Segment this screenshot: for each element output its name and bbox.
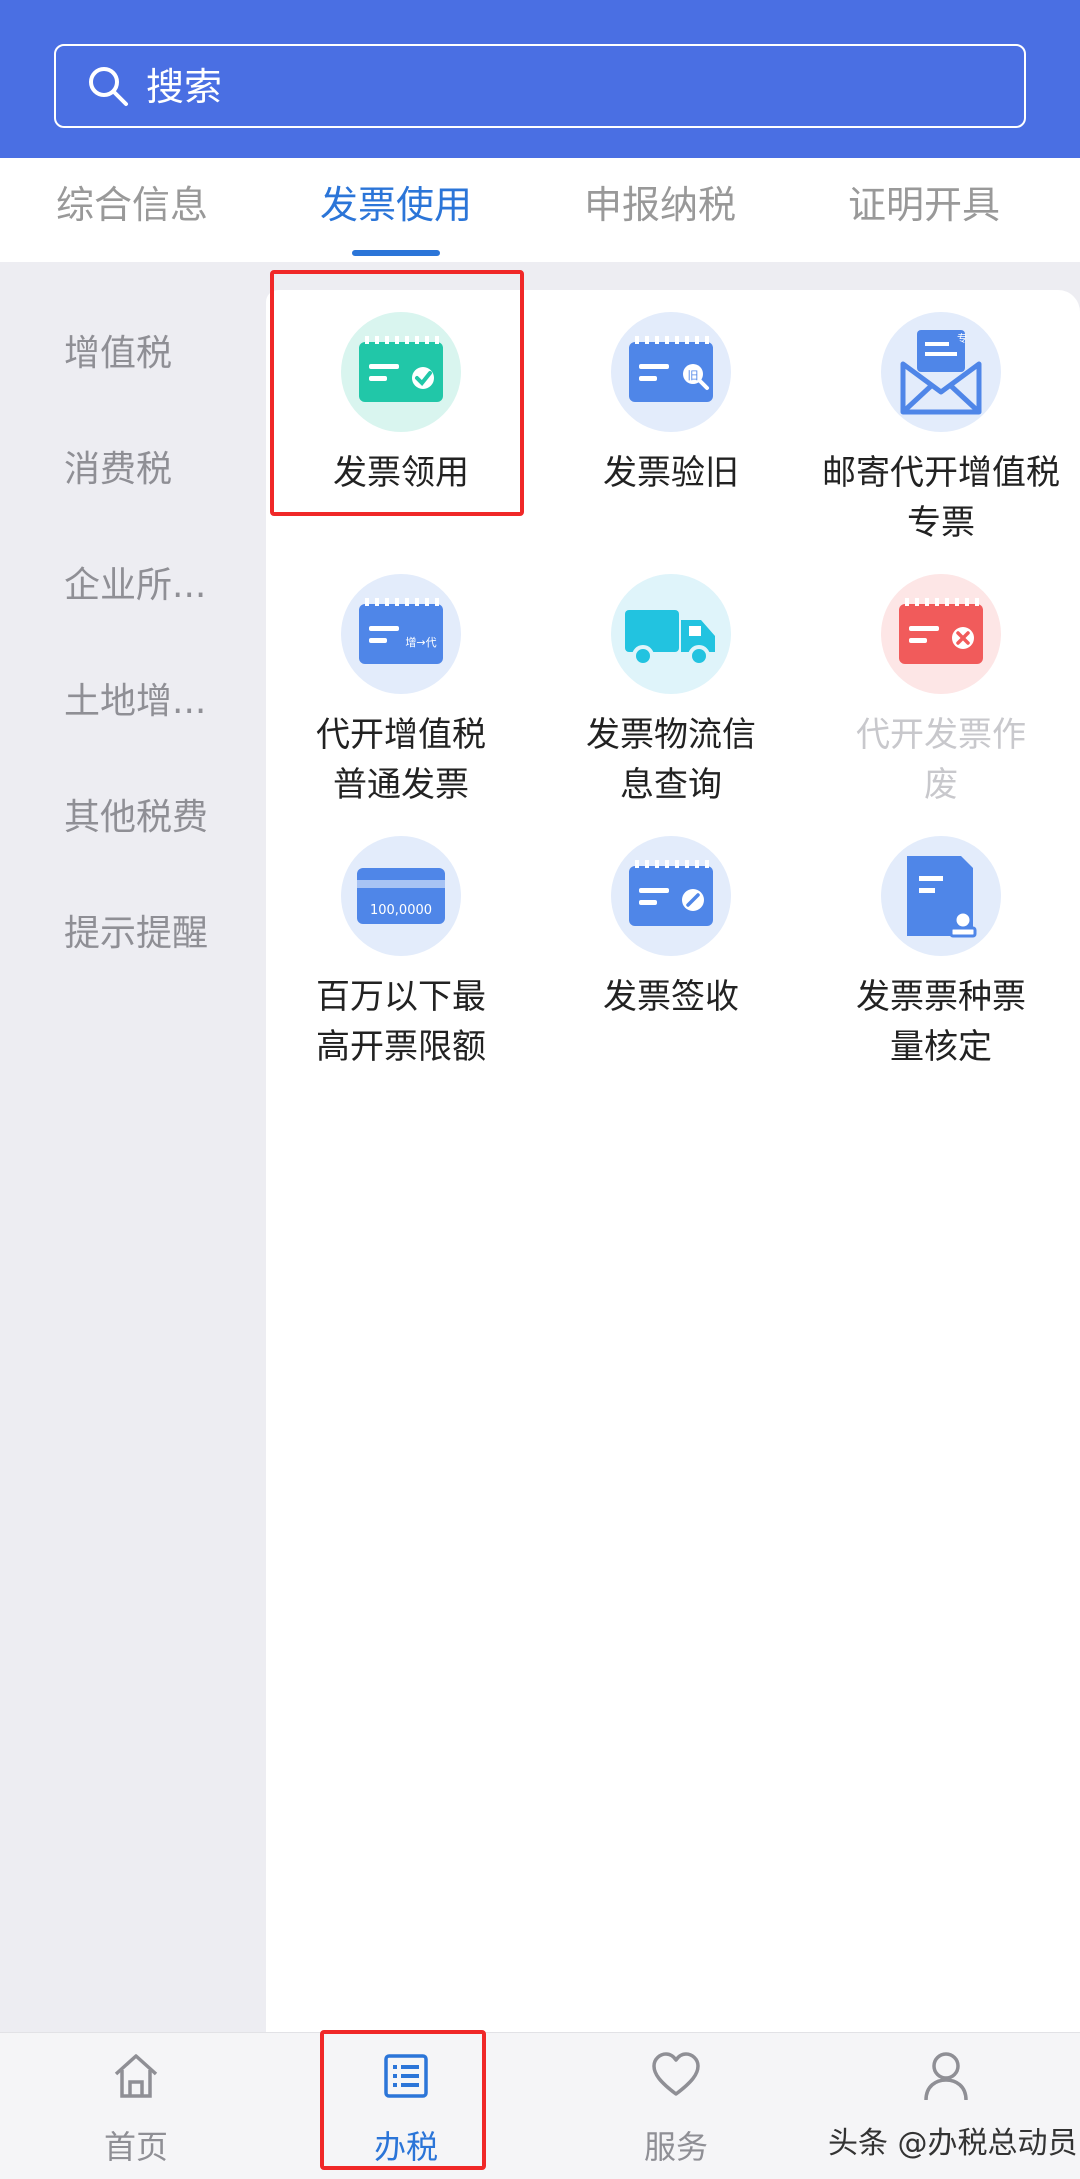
header: 搜索 xyxy=(0,0,1080,158)
service-label: 发票票种票量核定 xyxy=(856,977,1026,1067)
svg-text:专: 专 xyxy=(957,332,967,345)
tab-bar: 综合信息 发票使用 申报纳税 证明开具 xyxy=(0,158,1080,262)
service-label: 发票验旧 xyxy=(603,453,739,493)
invoice-verify-icon: 旧 xyxy=(611,312,731,432)
service-label: 代开增值税普通发票 xyxy=(316,715,486,805)
service-void-proxy-invoice: 代开发票作废 xyxy=(806,574,1076,810)
truck-icon xyxy=(611,574,731,694)
search-bar[interactable]: 搜索 xyxy=(54,44,1026,128)
tab-certificates[interactable]: 证明开具 xyxy=(814,158,1034,262)
service-invoice-logistics[interactable]: 发票物流信息查询 xyxy=(536,574,806,810)
svg-text:旧: 旧 xyxy=(688,369,699,382)
sidebar-item-reminders[interactable]: 提示提醒 xyxy=(64,904,208,956)
nav-home[interactable]: 首页 xyxy=(66,2048,206,2168)
sidebar-item-corporate-tax[interactable]: 企业所... xyxy=(64,556,206,608)
service-label: 发票物流信息查询 xyxy=(586,715,756,805)
nav-service[interactable]: 服务 xyxy=(606,2048,746,2168)
service-invoice-sign[interactable]: 发票签收 xyxy=(536,836,806,1022)
watermark: 头条 @办税总动员 xyxy=(828,2126,1078,2161)
sidebar-item-vat[interactable]: 增值税 xyxy=(64,324,172,376)
nav-label: 服务 xyxy=(643,2128,708,2166)
service-label: 邮寄代开增值税专票 xyxy=(822,453,1060,543)
service-mail-special-vat[interactable]: 专 邮寄代开增值税专票 xyxy=(806,312,1076,548)
service-invoice-type-approval[interactable]: 发票票种票量核定 xyxy=(806,836,1076,1072)
tab-general-info[interactable]: 综合信息 xyxy=(22,158,242,262)
service-invoice-limit[interactable]: 100,0000 百万以下最高开票限额 xyxy=(266,836,536,1072)
service-proxy-vat-invoice[interactable]: 增→代 代开增值税普通发票 xyxy=(266,574,536,810)
search-input[interactable]: 搜索 xyxy=(146,60,222,114)
service-label: 百万以下最高开票限额 xyxy=(316,977,486,1067)
heart-icon xyxy=(652,2052,700,2096)
card-limit-icon: 100,0000 xyxy=(341,836,461,956)
highlight-box xyxy=(270,270,524,516)
mail-icon: 专 xyxy=(881,312,1001,432)
active-tab-indicator xyxy=(352,250,440,256)
svg-text:增→代: 增→代 xyxy=(405,635,436,649)
sidebar-item-land-vat[interactable]: 土地增... xyxy=(64,672,206,724)
invoice-proxy-icon: 增→代 xyxy=(341,574,461,694)
tab-tax-filing[interactable]: 申报纳税 xyxy=(550,158,770,262)
invoice-void-icon xyxy=(881,574,1001,694)
service-label: 代开发票作废 xyxy=(856,715,1026,805)
sidebar-item-consumption-tax[interactable]: 消费税 xyxy=(64,440,172,492)
user-icon xyxy=(924,2052,968,2101)
category-sidebar: 增值税 消费税 企业所... 土地增... 其他税费 提示提醒 xyxy=(0,262,266,2032)
home-icon xyxy=(114,2054,158,2098)
service-invoice-verify[interactable]: 旧 发票验旧 xyxy=(536,312,806,498)
nav-label: 首页 xyxy=(103,2128,168,2166)
document-stamp-icon xyxy=(881,836,1001,956)
service-panel xyxy=(266,290,1080,2032)
nav-highlight-box xyxy=(320,2030,486,2170)
svg-text:100,0000: 100,0000 xyxy=(370,903,432,918)
service-label: 发票签收 xyxy=(603,977,739,1017)
sidebar-item-other-taxes[interactable]: 其他税费 xyxy=(64,788,208,840)
invoice-sign-icon xyxy=(611,836,731,956)
tab-invoice-use[interactable]: 发票使用 xyxy=(286,158,506,262)
search-icon xyxy=(89,67,128,106)
